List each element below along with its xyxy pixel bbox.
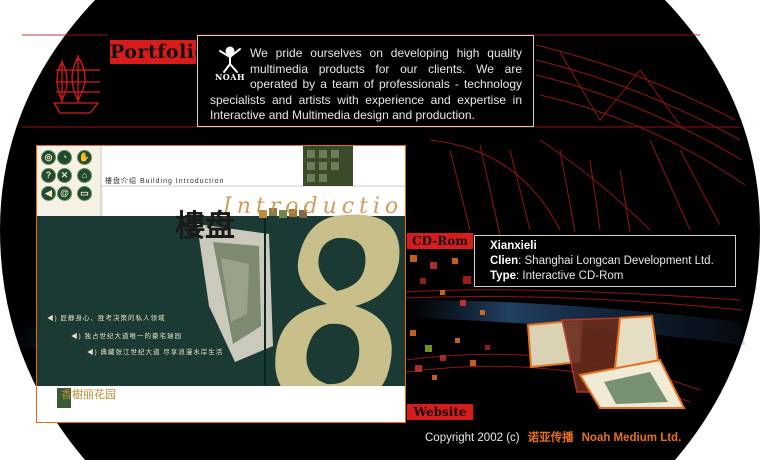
website-label[interactable]: Website [407,404,473,420]
project-client: Clien: Shanghai Longcan Development Ltd. [490,255,714,267]
hand-icon[interactable]: ✋ [77,150,92,165]
screenshot-artwork [37,146,405,422]
portfolio-page: Portfolio NOAH We pride ourselves on dev… [0,0,760,460]
screenshot-section-title: 樓盘介绍 Building Introduction [105,178,225,185]
back-icon[interactable]: ◔ [57,150,72,165]
company-name-english: Noah Medium Ltd. [581,432,682,444]
menu-icon[interactable]: ▭ [77,186,92,201]
project-info-panel: Xianxieli Clien: Shanghai Longcan Develo… [474,235,736,287]
screenshot-menu-item[interactable]: ◀) 独占世纪大道唯一的豪宅瑞园 [71,330,182,340]
project-type: Type: Interactive CD-Rom [490,270,624,282]
zoom-icon[interactable]: ◎ [41,150,56,165]
portfolio-heading: Portfolio [110,40,208,64]
screenshot-calligraphy: 樓盘 [175,209,235,244]
screenshot-heading: Introduction [223,194,406,219]
intro-description: We pride ourselves on developing high qu… [210,46,522,122]
screenshot-menu-item[interactable]: ◀) 典藏张江世纪大道 尽享浪漫水岸生活 [87,346,223,356]
screenshot-menu-item[interactable]: ◀) 匠静身心、胜考决策的私人领域 [47,312,165,322]
home-icon[interactable]: ⌂ [77,168,92,183]
email-icon[interactable]: @ [57,186,72,201]
cdrom-label: CD-Rom [407,233,473,249]
close-icon[interactable]: ✕ [57,168,72,183]
copyright-footer: Copyright 2002 (c) 诺亚传播 Noah Medium Ltd. [425,429,681,445]
help-icon[interactable]: ? [41,168,56,183]
intro-panel: NOAH We pride ourselves on developing hi… [197,35,534,127]
company-name-chinese: 诺亚传播 [527,432,574,444]
project-name: Xianxieli [490,240,537,252]
copyright-text: Copyright 2002 (c) [425,432,520,444]
prev-icon[interactable]: ◀ [41,186,56,201]
project-screenshot[interactable]: ◎ ◔ ✋ ? ✕ ⌂ ◀ @ ▭ 樓盘介绍 Building Introduc… [36,145,406,423]
screenshot-brand-logo: 香樹丽花园 [61,388,116,401]
